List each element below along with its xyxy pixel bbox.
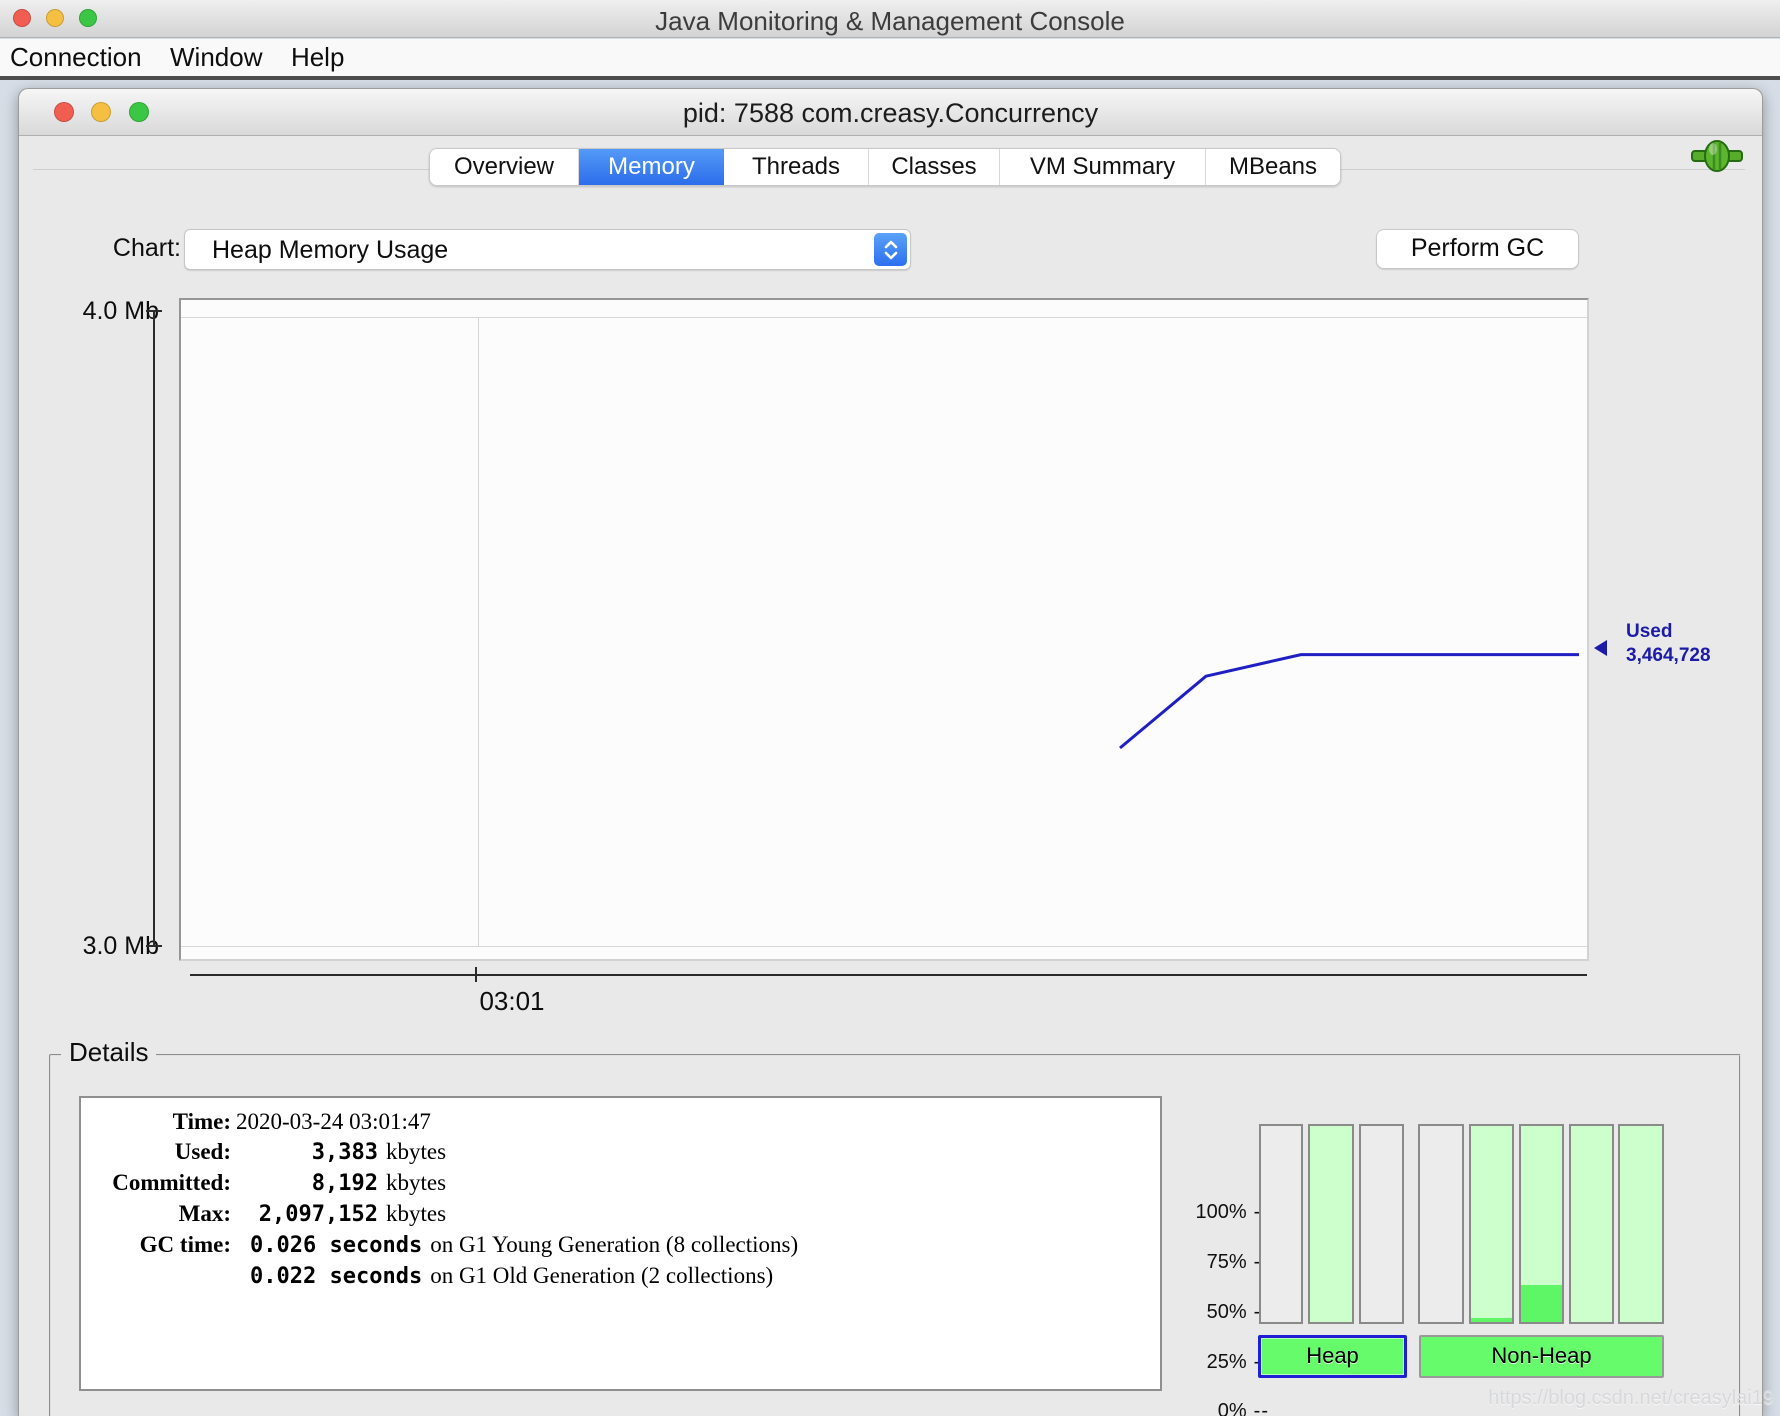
chevron-up-down-icon <box>874 233 907 266</box>
nonheap-pool-bar-1[interactable] <box>1418 1124 1464 1324</box>
details-title: Details <box>61 1037 156 1068</box>
tabbar: Overview Memory Threads Classes VM Summa… <box>429 148 1341 186</box>
series-marker-icon <box>1594 640 1607 656</box>
y-axis-max-label: 4.0 Mb <box>51 297 159 326</box>
used-memory-line <box>181 300 1587 959</box>
watermark-text: https://blog.csdn.net/creasylai19 <box>1424 1387 1774 1410</box>
jconsole-window: pid: 7588 com.creasy.Concurrency Overvie… <box>18 88 1763 1416</box>
series-callout: Used 3,464,728 <box>1626 620 1711 668</box>
tab-mbeans[interactable]: MBeans <box>1206 149 1340 185</box>
nonheap-pool-bar-2[interactable] <box>1469 1124 1514 1324</box>
detail-row-max: Max: 2,097,152kbytes <box>81 1199 1160 1230</box>
details-panel: Time: 2020-03-24 03:01:47 Used: 3,383kby… <box>79 1096 1162 1391</box>
detail-row-committed: Committed: 8,192kbytes <box>81 1168 1160 1199</box>
os-titlebar: Java Monitoring & Management Console <box>0 0 1780 38</box>
x-axis-tick <box>475 967 477 982</box>
y-axis-line <box>153 311 155 947</box>
heap-button[interactable]: Heap <box>1258 1335 1407 1378</box>
menu-connection[interactable]: Connection <box>0 42 154 73</box>
memory-usage-chart <box>179 298 1589 961</box>
connection-plug-icon <box>1691 139 1743 173</box>
series-name: Used <box>1626 620 1711 644</box>
y-axis-tick-bottom <box>146 945 162 947</box>
tab-overview[interactable]: Overview <box>430 149 579 185</box>
nonheap-pool-bar-5[interactable] <box>1618 1124 1664 1324</box>
scale-75: 75%-- <box>1119 1251 1269 1274</box>
scale-25: 25%-- <box>1119 1351 1269 1374</box>
x-axis-time-label: 03:01 <box>452 986 572 1017</box>
chart-select-value: Heap Memory Usage <box>212 236 448 265</box>
tab-memory[interactable]: Memory <box>579 149 724 185</box>
heap-pool-bar-2[interactable] <box>1308 1124 1354 1324</box>
menu-separator <box>0 76 1780 80</box>
menu-help[interactable]: Help <box>279 42 356 73</box>
nonheap-pool-bar-4[interactable] <box>1569 1124 1614 1324</box>
y-axis-min-label: 3.0 Mb <box>51 932 159 961</box>
window-titlebar: pid: 7588 com.creasy.Concurrency <box>19 89 1762 136</box>
menu-window[interactable]: Window <box>158 42 274 73</box>
detail-row-gc-old: 0.022 secondson G1 Old Generation (2 col… <box>81 1261 1160 1292</box>
series-value: 3,464,728 <box>1626 644 1711 668</box>
nonheap-pool-bar-3[interactable] <box>1519 1124 1564 1324</box>
heap-pool-bar-1[interactable] <box>1259 1124 1303 1324</box>
scale-50: 50%-- <box>1119 1301 1269 1324</box>
chart-dropdown-label: Chart: <box>89 234 181 263</box>
window-title: pid: 7588 com.creasy.Concurrency <box>19 98 1762 129</box>
app-title: Java Monitoring & Management Console <box>0 6 1780 37</box>
tab-classes[interactable]: Classes <box>869 149 1000 185</box>
x-axis-line <box>190 974 1587 976</box>
detail-row-gc-young: GC time: 0.026 secondson G1 Young Genera… <box>81 1230 1160 1261</box>
perform-gc-button[interactable]: Perform GC <box>1376 229 1579 269</box>
scale-0: 0%-- <box>1119 1400 1269 1416</box>
chart-select[interactable]: Heap Memory Usage <box>184 229 911 270</box>
tab-vm-summary[interactable]: VM Summary <box>1000 149 1206 185</box>
detail-row-time: Time: 2020-03-24 03:01:47 <box>81 1107 1160 1137</box>
detail-row-used: Used: 3,383kbytes <box>81 1137 1160 1168</box>
menubar: Connection Window Help <box>0 39 1780 76</box>
y-axis-tick-top <box>146 310 162 312</box>
nonheap-button[interactable]: Non-Heap <box>1419 1335 1664 1378</box>
scale-100: 100%-- <box>1119 1201 1269 1224</box>
screen: Java Monitoring & Management Console Con… <box>0 0 1780 1416</box>
heap-pool-bar-3[interactable] <box>1359 1124 1404 1324</box>
tab-threads[interactable]: Threads <box>724 149 869 185</box>
